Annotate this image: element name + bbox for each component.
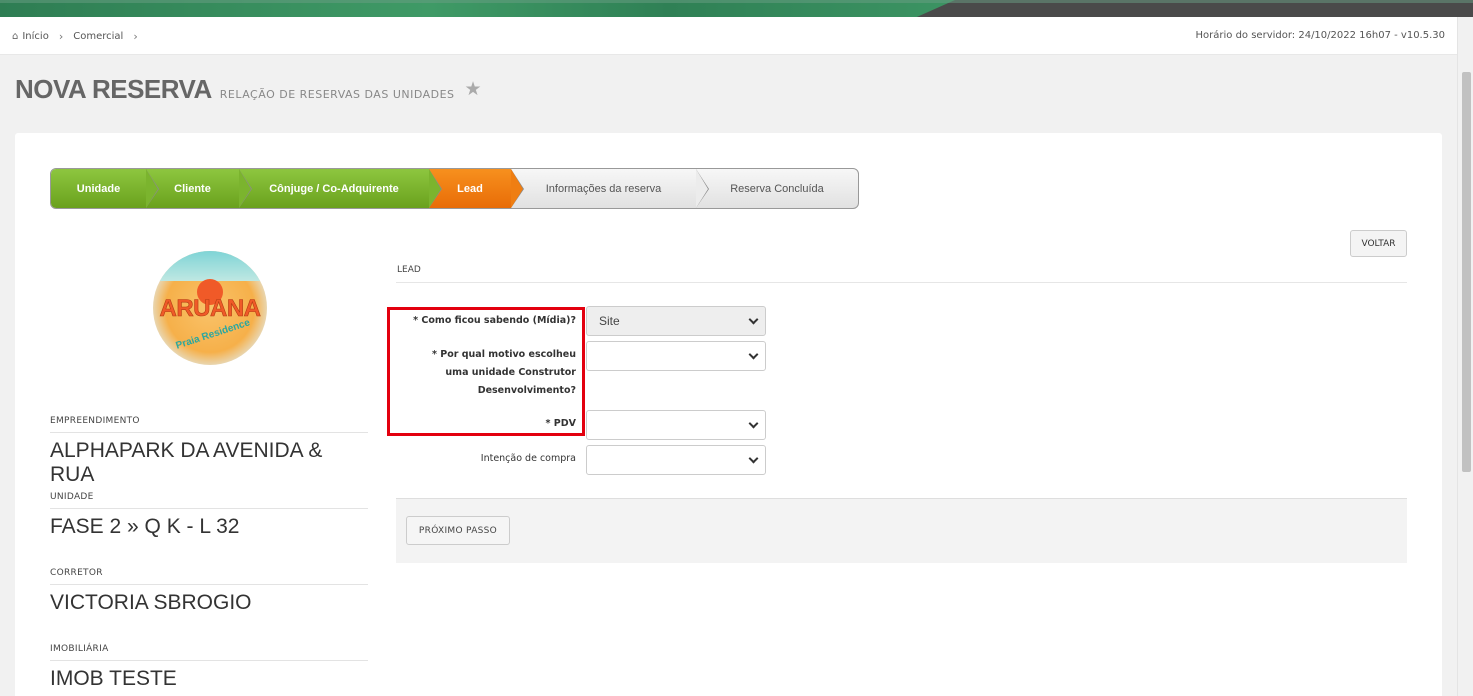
wizard-step-concluida[interactable]: Reserva Concluída <box>696 169 858 208</box>
breadcrumb-bar: ⌂ Início › Comercial › Horário do servid… <box>0 17 1457 55</box>
motivo-select[interactable] <box>586 341 766 371</box>
wizard-step-unidade[interactable]: Unidade <box>51 169 159 208</box>
empreendimento-label: EMPREENDIMENTO <box>50 416 368 433</box>
page-header: NOVA RESERVA RELAÇÃO DE RESERVAS DAS UNI… <box>15 74 482 105</box>
voltar-button[interactable]: VOLTAR <box>1350 230 1407 257</box>
imobiliaria-value: IMOB TESTE <box>50 667 177 690</box>
chevron-down-icon <box>748 349 759 360</box>
proximo-passo-button[interactable]: PRÓXIMO PASSO <box>406 516 510 545</box>
imobiliaria-block: IMOBILIÁRIA IMOB TESTE <box>50 644 368 691</box>
project-logo: ARUANA Praia Residence <box>153 251 267 365</box>
page-title: NOVA RESERVA <box>15 74 212 104</box>
breadcrumb-home[interactable]: ⌂ Início <box>12 31 49 42</box>
home-icon: ⌂ <box>12 31 19 42</box>
imobiliaria-label: IMOBILIÁRIA <box>50 644 368 661</box>
chevron-down-icon <box>748 418 759 429</box>
corretor-value: VICTORIA SBROGIO <box>50 591 252 614</box>
unidade-value: FASE 2 » Q K - L 32 <box>50 515 240 538</box>
corretor-label: CORRETOR <box>50 568 368 585</box>
breadcrumb-comercial[interactable]: Comercial <box>73 31 123 42</box>
intencao-label: Intenção de compra <box>480 453 576 464</box>
breadcrumb: ⌂ Início › Comercial › <box>12 30 138 43</box>
section-divider <box>396 282 1407 283</box>
intencao-select[interactable] <box>586 445 766 475</box>
wizard-step-conjuge[interactable]: Cônjuge / Co-Adquirente <box>239 169 442 208</box>
star-icon[interactable]: ★ <box>465 78 482 100</box>
wizard-step-cliente[interactable]: Cliente <box>146 169 252 208</box>
unidade-label: UNIDADE <box>50 492 368 509</box>
corretor-block: CORRETOR VICTORIA SBROGIO <box>50 568 368 615</box>
pdv-select[interactable] <box>586 410 766 440</box>
midia-select[interactable]: Site <box>586 306 766 336</box>
chevron-down-icon <box>748 314 759 325</box>
form-actions-panel <box>396 498 1407 563</box>
chevron-right-icon: › <box>133 30 138 43</box>
chevron-right-icon: › <box>58 30 64 43</box>
top-header-bar <box>0 0 1473 17</box>
empreendimento-value: ALPHAPARK DA AVENIDA & RUA <box>50 439 323 486</box>
wizard-steps: Unidade Cliente Cônjuge / Co-Adquirente … <box>50 168 859 209</box>
vertical-scrollbar[interactable] <box>1457 17 1473 696</box>
section-title: LEAD <box>397 265 421 275</box>
wizard-step-informacoes[interactable]: Informações da reserva <box>511 169 709 208</box>
scrollbar-thumb[interactable] <box>1462 72 1471 472</box>
chevron-down-icon <box>748 453 759 464</box>
highlight-box <box>387 307 585 436</box>
server-time: Horário do servidor: 24/10/2022 16h07 - … <box>1195 30 1445 41</box>
page-subtitle: RELAÇÃO DE RESERVAS DAS UNIDADES <box>219 88 455 101</box>
empreendimento-block: EMPREENDIMENTO ALPHAPARK DA AVENIDA & RU… <box>50 416 368 487</box>
unidade-block: UNIDADE FASE 2 » Q K - L 32 <box>50 492 368 539</box>
